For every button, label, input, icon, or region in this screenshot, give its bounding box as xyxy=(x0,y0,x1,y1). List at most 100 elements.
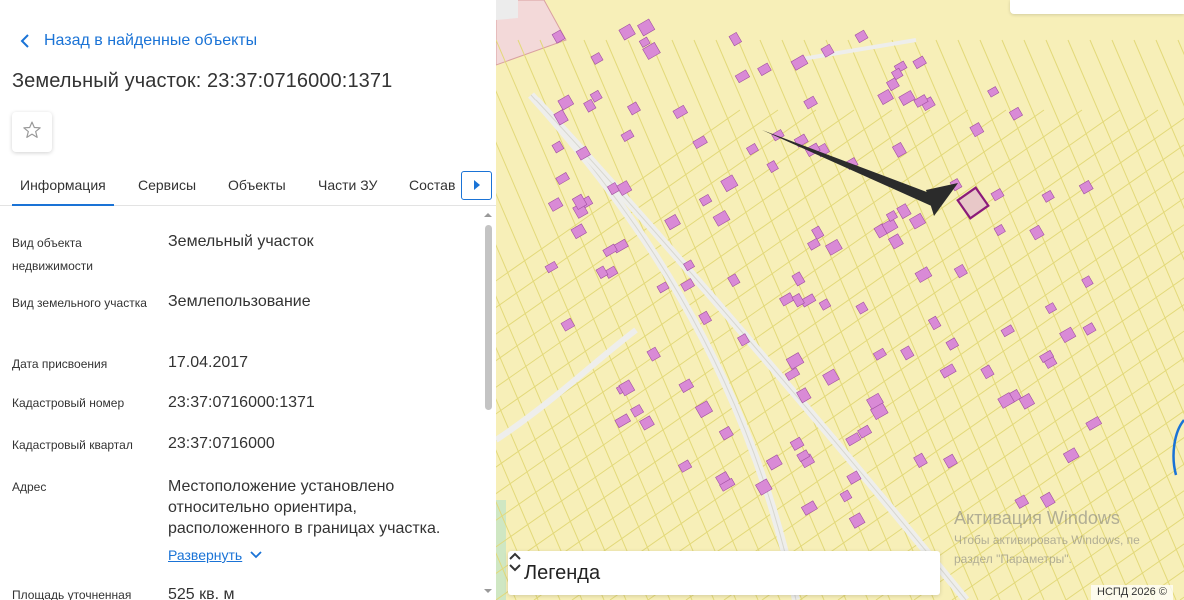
building[interactable] xyxy=(900,345,915,361)
building[interactable] xyxy=(570,223,587,240)
building[interactable] xyxy=(885,210,898,222)
building[interactable] xyxy=(560,317,576,332)
building[interactable] xyxy=(785,352,805,370)
building[interactable] xyxy=(811,225,825,240)
building[interactable] xyxy=(1081,275,1094,289)
building[interactable] xyxy=(555,172,570,186)
building[interactable] xyxy=(822,368,840,386)
building[interactable] xyxy=(945,337,960,351)
watermark-line-1: Чтобы активировать Windows, пе xyxy=(954,533,1140,547)
building[interactable] xyxy=(698,193,713,207)
building[interactable] xyxy=(791,293,805,308)
building[interactable] xyxy=(672,104,689,120)
tabs-scroll-right-button[interactable] xyxy=(461,171,492,200)
expand-address-link[interactable]: Развернуть xyxy=(168,547,264,563)
building[interactable] xyxy=(896,203,912,220)
building[interactable] xyxy=(618,23,636,41)
attributes-list: Вид объекта недвижимости Земельный участ… xyxy=(0,207,480,600)
building[interactable] xyxy=(757,62,772,77)
scrollbar-thumb[interactable] xyxy=(485,225,492,410)
tab-composition[interactable]: Состав xyxy=(409,164,455,206)
building[interactable] xyxy=(1008,106,1024,121)
building[interactable] xyxy=(692,135,708,150)
tab-info[interactable]: Информация xyxy=(12,164,114,206)
back-to-results-link[interactable]: Назад в найденные объекты xyxy=(14,30,257,52)
row-value-date: 17.04.2017 xyxy=(168,354,249,371)
building[interactable] xyxy=(943,453,958,469)
building[interactable] xyxy=(1062,447,1080,464)
building[interactable] xyxy=(694,400,714,419)
legend-button[interactable]: Легенда xyxy=(508,551,940,595)
scroll-down-icon[interactable] xyxy=(484,587,492,595)
row-label-object-type: Вид объекта недвижимости xyxy=(12,236,93,273)
building[interactable] xyxy=(912,55,927,70)
row-label-land-type: Вид земельного участка xyxy=(12,296,147,310)
building[interactable] xyxy=(845,432,862,447)
building[interactable] xyxy=(898,90,916,106)
building[interactable] xyxy=(765,454,783,471)
building[interactable] xyxy=(590,52,604,65)
chevron-down-icon xyxy=(250,548,264,562)
favorite-button[interactable] xyxy=(12,112,52,152)
building[interactable] xyxy=(993,224,1006,237)
building[interactable] xyxy=(656,281,670,294)
building[interactable] xyxy=(646,346,661,362)
building[interactable] xyxy=(807,237,821,251)
back-link-label: Назад в найденные объекты xyxy=(44,32,258,49)
parcel-boundary xyxy=(605,39,847,600)
building[interactable] xyxy=(712,210,731,227)
building[interactable] xyxy=(718,426,734,441)
building[interactable] xyxy=(1078,180,1094,195)
building[interactable] xyxy=(1029,224,1045,241)
parcel-boundary xyxy=(715,39,957,600)
building[interactable] xyxy=(1044,302,1058,315)
building[interactable] xyxy=(557,94,575,111)
building[interactable] xyxy=(627,101,641,116)
building[interactable] xyxy=(803,95,818,110)
building[interactable] xyxy=(1018,393,1036,410)
row-label-address: Адрес xyxy=(12,480,47,494)
building[interactable] xyxy=(987,86,1000,98)
building[interactable] xyxy=(734,69,751,84)
building[interactable] xyxy=(1000,324,1015,338)
building[interactable] xyxy=(886,77,900,92)
building[interactable] xyxy=(854,29,869,44)
building[interactable] xyxy=(839,489,853,503)
tab-services[interactable]: Сервисы xyxy=(138,164,196,206)
building[interactable] xyxy=(630,404,645,418)
building[interactable] xyxy=(1059,326,1077,344)
scroll-up-icon[interactable] xyxy=(484,211,492,219)
building[interactable] xyxy=(953,263,968,279)
building[interactable] xyxy=(720,174,739,193)
parcel-boundary xyxy=(1177,39,1184,56)
row-label-cadastral-number: Кадастровый номер xyxy=(12,396,125,410)
building[interactable] xyxy=(927,315,942,331)
selected-parcel[interactable] xyxy=(956,186,990,220)
building[interactable] xyxy=(855,301,869,315)
building[interactable] xyxy=(544,260,559,274)
building[interactable] xyxy=(637,18,656,37)
row-value-area: 525 кв. м xyxy=(168,586,235,600)
building[interactable] xyxy=(848,512,866,529)
building[interactable] xyxy=(939,363,957,379)
building[interactable] xyxy=(877,88,894,105)
map-view[interactable]: Легенда Активация Windows Чтобы активиро… xyxy=(496,0,1184,600)
map-top-bar[interactable] xyxy=(1010,0,1184,14)
tab-objects[interactable]: Объекты xyxy=(228,164,286,206)
row-value-cadastral-number: 23:37:0716000:1371 xyxy=(168,394,315,411)
building[interactable] xyxy=(800,500,818,516)
tab-bar: Информация Сервисы Объекты Части ЗУ Сост… xyxy=(0,164,496,206)
panel-scrollbar[interactable] xyxy=(482,207,494,600)
row-label-cadastral-quarter: Кадастровый квартал xyxy=(12,438,133,452)
building[interactable] xyxy=(547,197,564,212)
tab-parts[interactable]: Части ЗУ xyxy=(318,164,377,206)
building[interactable] xyxy=(664,214,681,231)
building[interactable] xyxy=(872,347,887,361)
chevron-right-icon xyxy=(473,177,481,195)
building[interactable] xyxy=(1082,322,1097,336)
building[interactable] xyxy=(1014,494,1030,509)
building[interactable] xyxy=(746,143,759,156)
building[interactable] xyxy=(1085,416,1103,431)
building[interactable] xyxy=(1041,190,1055,203)
building[interactable] xyxy=(818,298,832,311)
